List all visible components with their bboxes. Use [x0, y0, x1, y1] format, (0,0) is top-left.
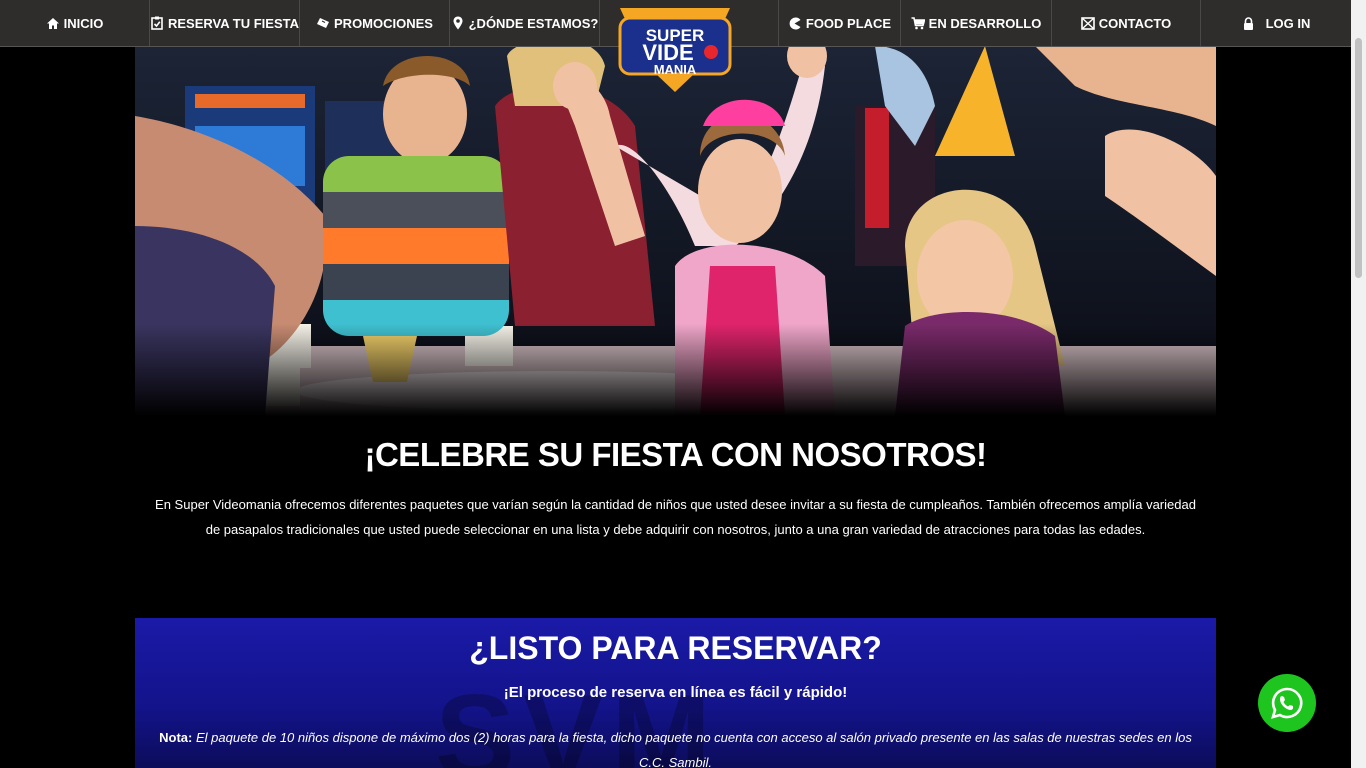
- logo-slot: SUPER VIDE MANIA: [600, 0, 779, 92]
- reserve-note: Nota: El paquete de 10 niños dispone de …: [147, 725, 1204, 768]
- page-scrollbar[interactable]: [1351, 0, 1366, 768]
- nav-reserva[interactable]: RESERVA TU FIESTA: [150, 0, 300, 46]
- nav-reserva-label: RESERVA TU FIESTA: [168, 15, 299, 31]
- reserve-section: SVM ¿LISTO PARA RESERVAR? ¡El proceso de…: [135, 618, 1216, 768]
- home-icon: [46, 16, 60, 30]
- nav-desarrollo[interactable]: EN DESARROLLO: [901, 0, 1052, 46]
- hero-party-image: [135, 46, 1216, 416]
- reserve-title: ¿LISTO PARA RESERVAR?: [469, 630, 882, 666]
- nav-contacto[interactable]: CONTACTO: [1052, 0, 1201, 46]
- whatsapp-button[interactable]: [1258, 674, 1316, 732]
- nav-login-label: LOG IN: [1265, 15, 1311, 31]
- pacman-icon: [788, 16, 802, 30]
- clipboard-check-icon: [150, 16, 164, 30]
- reserve-subtitle: ¡El proceso de reserva en línea es fácil…: [503, 684, 848, 701]
- nav-promociones-label: PROMOCIONES: [334, 15, 433, 31]
- cart-icon: [911, 16, 925, 30]
- nav-inicio[interactable]: INICIO: [0, 0, 150, 46]
- nav-inicio-label: INICIO: [63, 15, 104, 31]
- logo-text-mania: MANIA: [654, 62, 697, 77]
- nav-donde[interactable]: ¿DÓNDE ESTAMOS?: [450, 0, 600, 46]
- nav-login[interactable]: LOG IN: [1201, 0, 1351, 46]
- intro-title: ¡CELEBRE SU FIESTA CON NOSOTROS!: [364, 436, 987, 473]
- reserve-note-label: Nota:: [159, 730, 193, 745]
- intro-text: En Super Videomania ofrecemos diferentes…: [155, 497, 1196, 537]
- lock-icon: [1242, 16, 1256, 30]
- super-videomania-logo[interactable]: SUPER VIDE MANIA: [616, 8, 734, 94]
- map-pin-icon: [451, 16, 465, 30]
- nav-food-label: FOOD PLACE: [805, 15, 892, 31]
- nav-promociones[interactable]: PROMOCIONES: [300, 0, 450, 46]
- whatsapp-icon: [1271, 687, 1303, 719]
- reserve-note-text: El paquete de 10 niños dispone de máximo…: [195, 730, 1192, 768]
- ticket-icon: [316, 16, 330, 30]
- nav-contacto-label: CONTACTO: [1098, 15, 1172, 31]
- nav-food[interactable]: FOOD PLACE: [779, 0, 901, 46]
- envelope-icon: [1080, 16, 1095, 30]
- nav-desarrollo-label: EN DESARROLLO: [928, 15, 1042, 31]
- scrollbar-thumb[interactable]: [1355, 38, 1362, 278]
- nav-donde-label: ¿DÓNDE ESTAMOS?: [468, 15, 599, 31]
- top-navbar: INICIO RESERVA TU FIESTA PROMOCIONES ¿DÓ…: [0, 0, 1351, 92]
